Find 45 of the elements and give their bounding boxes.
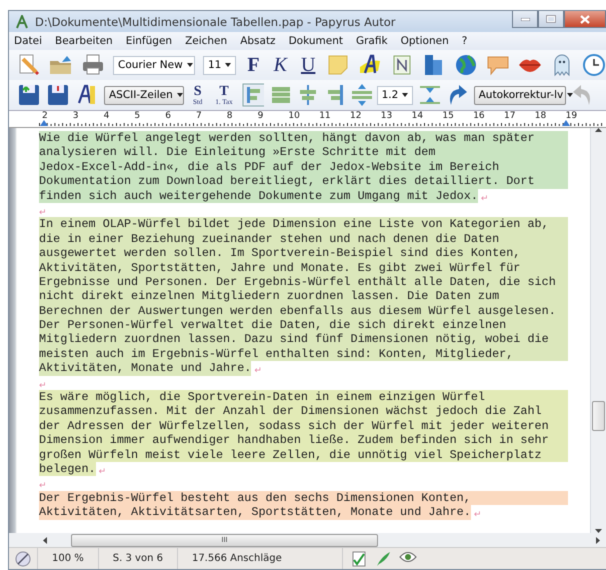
- ruler-number: 17: [504, 111, 516, 121]
- ruler-number: 18: [534, 111, 546, 121]
- ruler-number: 15: [442, 111, 454, 121]
- ruler-number: 8: [226, 111, 233, 121]
- ruler-number: 6: [165, 111, 171, 121]
- paragraph-mark: ↵: [39, 481, 47, 492]
- ruler-number: 10: [288, 111, 300, 121]
- ruler-number: 19: [566, 111, 578, 121]
- menu-item[interactable]: Datei: [14, 35, 42, 47]
- format-button[interactable]: U: [298, 54, 318, 76]
- ruler-number: 4: [104, 111, 110, 121]
- format-button[interactable]: K: [270, 54, 290, 76]
- menu-item[interactable]: Bearbeiten: [55, 35, 113, 47]
- paragraph-mark: ↵: [98, 466, 106, 477]
- zoom-level: 100 %: [52, 553, 84, 564]
- paragraph-mark: ↵: [254, 366, 262, 376]
- paragraph-mark: ↵: [480, 194, 488, 204]
- format-button[interactable]: F: [244, 54, 263, 76]
- menu-item[interactable]: Optionen: [400, 35, 449, 47]
- font-dropdown[interactable]: Courier New: [113, 56, 195, 74]
- paragraph-mark: ↵: [39, 380, 47, 391]
- paragraph-style-dropdown[interactable]: ASCII-Zeilen: [104, 86, 184, 104]
- menu-item[interactable]: Zeichen: [185, 35, 228, 47]
- character-count: 17.566 Anschläge: [192, 553, 282, 564]
- ruler-number: 11: [319, 111, 331, 121]
- paragraph-mark: ↵: [474, 510, 482, 520]
- ruler-number: 12: [350, 111, 362, 121]
- menu-item[interactable]: Einfügen: [126, 35, 172, 47]
- ruler-number: 13: [380, 111, 392, 121]
- menu-item[interactable]: Grafik: [356, 35, 388, 47]
- menu-item[interactable]: ?: [462, 35, 468, 47]
- ruler-number: 14: [412, 111, 424, 121]
- ruler-number: 9: [258, 111, 264, 121]
- ruler-number: 5: [134, 111, 140, 121]
- menu-item[interactable]: Absatz: [240, 35, 276, 47]
- page-indicator: S. 3 von 6: [112, 553, 163, 564]
- ruler-number: 16: [473, 111, 485, 121]
- ruler-number: 2: [42, 111, 48, 121]
- paragraph-mark: ↵: [39, 208, 47, 218]
- menu-item[interactable]: Dokument: [288, 35, 343, 47]
- ruler-number: 3: [72, 111, 79, 121]
- ruler-number: 7: [196, 111, 202, 121]
- font-size-dropdown[interactable]: 11: [203, 56, 236, 74]
- window-title: D:\Dokumente\Multidimensionale Tabellen.pap - Papyrus Autor: [35, 14, 396, 28]
- line-spacing-dropdown[interactable]: 1.2: [376, 86, 413, 104]
